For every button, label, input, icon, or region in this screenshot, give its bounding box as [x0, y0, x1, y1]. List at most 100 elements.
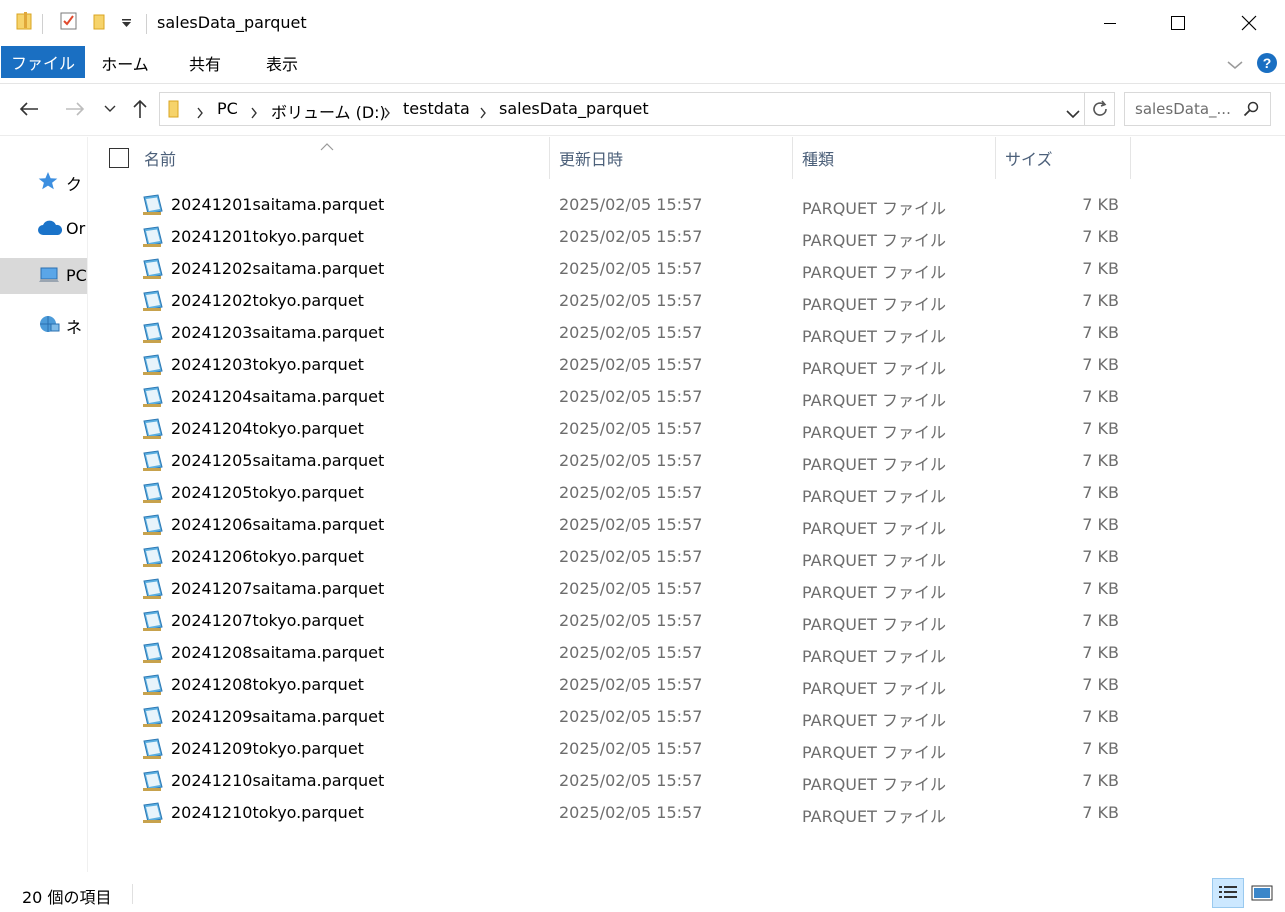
search-input[interactable]: salesData_... — [1135, 100, 1231, 118]
tab-view[interactable]: 表示 — [254, 46, 310, 80]
file-modified-date: 2025/02/05 15:57 — [559, 387, 703, 406]
recent-locations-chevron-icon[interactable] — [100, 94, 120, 124]
window-title: salesData_parquet — [157, 13, 307, 32]
tab-home[interactable]: ホーム — [96, 46, 154, 80]
breadcrumb-pc[interactable]: PC — [217, 99, 238, 118]
file-type: PARQUET ファイル — [802, 679, 946, 698]
file-row[interactable]: 20241205tokyo.parquet 2025/02/05 15:57 PAR… — [89, 478, 1139, 510]
file-type: PARQUET ファイル — [802, 743, 946, 762]
file-row[interactable]: 20241208tokyo.parquet 2025/02/05 15:57 PAR… — [89, 670, 1139, 702]
file-type: PARQUET ファイル — [802, 295, 946, 314]
sidebar-item-onedrive[interactable]: Or — [0, 211, 87, 247]
sidebar-item-pc[interactable]: PC — [0, 258, 87, 294]
file-row[interactable]: 20241209tokyo.parquet 2025/02/05 15:57 PAR… — [89, 734, 1139, 766]
up-button[interactable] — [127, 94, 153, 124]
file-row[interactable]: 20241209saitama.parquet 2025/02/05 15:57 P… — [89, 702, 1139, 734]
minimize-button[interactable] — [1075, 0, 1145, 46]
file-row[interactable]: 20241207tokyo.parquet 2025/02/05 15:57 PAR… — [89, 606, 1139, 638]
forward-button[interactable] — [60, 94, 90, 124]
file-name: 20241201saitama.parquet — [171, 195, 385, 214]
file-name: 20241206saitama.parquet — [171, 515, 385, 534]
file-modified-date: 2025/02/05 15:57 — [559, 259, 703, 278]
file-row[interactable]: 20241210saitama.parquet 2025/02/05 15:57 P… — [89, 766, 1139, 798]
sidebar-item-network[interactable]: ネ — [0, 306, 87, 342]
breadcrumb-testdata[interactable]: testdata — [403, 99, 470, 118]
folder-properties-icon[interactable] — [14, 10, 36, 36]
help-icon[interactable]: ? — [1256, 52, 1278, 78]
parquet-file-icon — [141, 514, 165, 536]
new-folder-icon[interactable] — [90, 10, 112, 36]
file-name: 20241202tokyo.parquet — [171, 291, 364, 310]
parquet-file-icon — [141, 450, 165, 472]
file-row[interactable]: 20241202saitama.parquet 2025/02/05 15:57 P… — [89, 254, 1139, 286]
file-size: 7 KB — [1082, 227, 1119, 246]
column-header-name[interactable]: 名前 — [144, 137, 544, 179]
file-size: 7 KB — [1082, 419, 1119, 438]
file-row[interactable]: 20241201saitama.parquet 2025/02/05 15:57 P… — [89, 190, 1139, 222]
customize-toolbar-dropdown-icon[interactable] — [120, 14, 134, 33]
parquet-file-icon — [141, 706, 165, 728]
address-bar[interactable]: PC ボリューム (D:) testdata salesData_parquet — [159, 92, 1085, 126]
column-divider[interactable] — [792, 137, 793, 179]
file-row[interactable]: 20241210tokyo.parquet 2025/02/05 15:57 PAR… — [89, 798, 1139, 830]
back-button[interactable] — [14, 94, 44, 124]
file-row[interactable]: 20241208saitama.parquet 2025/02/05 15:57 P… — [89, 638, 1139, 670]
svg-text:?: ? — [1263, 55, 1272, 71]
sidebar-item-quick-access[interactable]: ク — [0, 163, 87, 199]
file-modified-date: 2025/02/05 15:57 — [559, 291, 703, 310]
navigation-bar: PC ボリューム (D:) testdata salesData_parquet… — [0, 84, 1285, 136]
file-row[interactable]: 20241203saitama.parquet 2025/02/05 15:57 P… — [89, 318, 1139, 350]
tab-file[interactable]: ファイル — [1, 46, 85, 78]
maximize-button[interactable] — [1143, 0, 1213, 46]
column-divider[interactable] — [1130, 137, 1131, 179]
details-view-icon — [1219, 886, 1237, 898]
file-row[interactable]: 20241206saitama.parquet 2025/02/05 15:57 P… — [89, 510, 1139, 542]
file-modified-date: 2025/02/05 15:57 — [559, 419, 703, 438]
tab-share[interactable]: 共有 — [178, 46, 232, 80]
file-name: 20241204tokyo.parquet — [171, 419, 364, 438]
column-divider[interactable] — [549, 137, 550, 179]
file-name: 20241208tokyo.parquet — [171, 675, 364, 694]
file-name: 20241208saitama.parquet — [171, 643, 385, 662]
column-divider[interactable] — [995, 137, 996, 179]
star-icon — [37, 171, 61, 191]
breadcrumb-chevron-icon[interactable] — [479, 104, 487, 123]
search-box[interactable]: salesData_... — [1124, 92, 1271, 126]
breadcrumb-volume-d[interactable]: ボリューム (D:) — [271, 99, 386, 123]
file-size: 7 KB — [1082, 355, 1119, 374]
column-header-type[interactable]: 種類 — [802, 137, 992, 179]
file-row[interactable]: 20241207saitama.parquet 2025/02/05 15:57 P… — [89, 574, 1139, 606]
ribbon-expand-chevron-icon[interactable] — [1226, 56, 1244, 75]
file-name: 20241203tokyo.parquet — [171, 355, 364, 374]
breadcrumb-salesdata-parquet[interactable]: salesData_parquet — [499, 99, 649, 118]
file-row[interactable]: 20241204tokyo.parquet 2025/02/05 15:57 PAR… — [89, 414, 1139, 446]
column-header-modified[interactable]: 更新日時 — [559, 137, 789, 179]
file-row[interactable]: 20241201tokyo.parquet 2025/02/05 15:57 PAR… — [89, 222, 1139, 254]
large-icons-view-icon — [1251, 885, 1273, 901]
file-row[interactable]: 20241206tokyo.parquet 2025/02/05 15:57 PAR… — [89, 542, 1139, 574]
address-history-chevron-icon[interactable] — [1066, 104, 1080, 123]
file-row[interactable]: 20241204saitama.parquet 2025/02/05 15:57 P… — [89, 382, 1139, 414]
file-row[interactable]: 20241202tokyo.parquet 2025/02/05 15:57 PAR… — [89, 286, 1139, 318]
file-row[interactable]: 20241205saitama.parquet 2025/02/05 15:57 P… — [89, 446, 1139, 478]
onedrive-cloud-icon — [37, 219, 63, 239]
breadcrumb-chevron-icon[interactable] — [196, 104, 204, 123]
navigation-pane: ク Or PC ネ — [0, 137, 88, 872]
breadcrumb-chevron-icon[interactable] — [383, 104, 391, 123]
file-name: 20241203saitama.parquet — [171, 323, 385, 342]
file-name: 20241204saitama.parquet — [171, 387, 385, 406]
file-type: PARQUET ファイル — [802, 199, 946, 218]
large-icons-view-button[interactable] — [1246, 878, 1278, 908]
search-icon[interactable] — [1243, 101, 1259, 121]
refresh-button[interactable] — [1085, 92, 1115, 126]
file-type: PARQUET ファイル — [802, 615, 946, 634]
file-type: PARQUET ファイル — [802, 711, 946, 730]
file-size: 7 KB — [1082, 291, 1119, 310]
column-header-size[interactable]: サイズ — [1005, 137, 1125, 179]
file-row[interactable]: 20241203tokyo.parquet 2025/02/05 15:57 PAR… — [89, 350, 1139, 382]
file-name: 20241209saitama.parquet — [171, 707, 385, 726]
breadcrumb-chevron-icon[interactable] — [250, 104, 258, 123]
details-view-button[interactable] — [1212, 878, 1244, 908]
close-button[interactable] — [1214, 0, 1284, 46]
properties-checkmark-icon[interactable] — [58, 10, 80, 36]
